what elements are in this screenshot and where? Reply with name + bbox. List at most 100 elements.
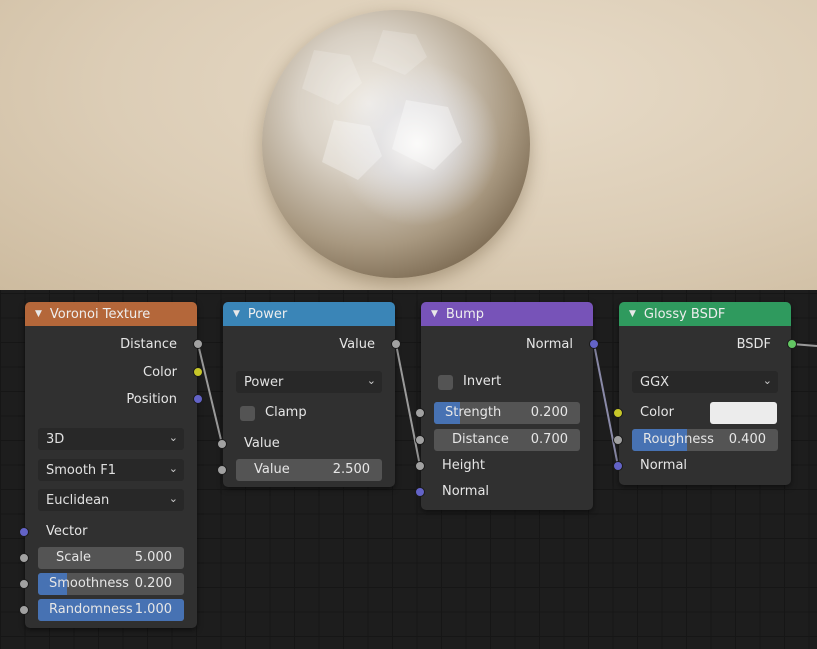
field-value: 5.000 <box>134 550 172 565</box>
output-bsdf: BSDF <box>619 332 797 356</box>
smoothness-field[interactable]: Smoothness 0.200 <box>38 573 184 595</box>
clamp-label: Clamp <box>265 405 307 420</box>
field-label: Strength <box>445 405 502 420</box>
chevron-down-icon: ⌄ <box>762 374 772 387</box>
value-input-label: Value <box>244 436 280 451</box>
render-preview <box>0 0 817 290</box>
output-color: Color <box>25 360 203 384</box>
field-value: 0.700 <box>530 432 568 447</box>
strength-field[interactable]: Strength 0.200 <box>434 402 580 424</box>
chevron-down-icon: ⌄ <box>168 492 178 505</box>
feature-dropdown[interactable]: Smooth F1 ⌄ <box>38 459 184 481</box>
dropdown-value: Smooth F1 <box>46 462 117 478</box>
chevron-down-icon: ⌄ <box>168 462 178 475</box>
socket-output-position[interactable] <box>193 394 203 404</box>
socket-input-distance[interactable] <box>415 435 425 445</box>
node-header[interactable]: ▼ Power <box>223 302 395 326</box>
material-preview-sphere <box>262 10 530 278</box>
socket-input-strength[interactable] <box>415 408 425 418</box>
field-label: Distance <box>452 432 509 447</box>
node-header[interactable]: ▼ Glossy BSDF <box>619 302 791 326</box>
collapse-icon[interactable]: ▼ <box>629 309 636 319</box>
height-label: Height <box>442 458 485 473</box>
socket-output-distance[interactable] <box>193 339 203 349</box>
output-value: Value <box>223 332 401 356</box>
link-value-to-height <box>395 343 421 467</box>
sphere-facet <box>302 50 362 105</box>
sphere-facet <box>392 100 462 170</box>
socket-input-value-1[interactable] <box>217 439 227 449</box>
socket-output-color[interactable] <box>193 367 203 377</box>
voronoi-texture-node[interactable]: ▼ Voronoi Texture Distance Color Positio… <box>19 302 203 628</box>
node-title: Glossy BSDF <box>643 306 726 322</box>
randomness-field[interactable]: Randomness 1.000 <box>38 599 184 621</box>
node-header[interactable]: ▼ Voronoi Texture <box>25 302 197 326</box>
glossy-bsdf-node[interactable]: ▼ Glossy BSDF BSDF GGX ⌄ Color Roughness… <box>613 302 797 485</box>
field-label: Value <box>254 462 290 477</box>
socket-input-normal[interactable] <box>613 461 623 471</box>
color-swatch[interactable] <box>710 402 777 424</box>
sphere-facet <box>322 120 382 180</box>
socket-input-height[interactable] <box>415 461 425 471</box>
node-title: Voronoi Texture <box>49 306 151 322</box>
socket-label: Color <box>143 364 177 380</box>
node-title: Bump <box>445 306 484 322</box>
socket-output-value[interactable] <box>391 339 401 349</box>
socket-input-scale[interactable] <box>19 553 29 563</box>
distribution-dropdown[interactable]: GGX ⌄ <box>632 371 778 393</box>
socket-label: Normal <box>525 336 573 352</box>
field-label: Scale <box>56 550 91 565</box>
distance-field[interactable]: Distance 0.700 <box>434 429 580 451</box>
field-value: 2.500 <box>332 462 370 477</box>
roughness-field[interactable]: Roughness 0.400 <box>632 429 778 451</box>
scale-field[interactable]: Scale 5.000 <box>38 547 184 569</box>
chevron-down-icon: ⌄ <box>168 431 178 444</box>
normal-label: Normal <box>442 484 490 499</box>
vector-label: Vector <box>46 524 88 539</box>
bump-node[interactable]: ▼ Bump Normal Invert Strength 0.200 Dist… <box>415 302 599 510</box>
sphere-facet <box>372 30 427 75</box>
field-label: Smoothness <box>49 576 129 591</box>
field-value: 0.400 <box>728 432 766 447</box>
output-position: Position <box>25 387 203 411</box>
link-distance-to-value <box>197 343 223 445</box>
power-math-node[interactable]: ▼ Power Value Power ⌄ Clamp Value Value … <box>217 302 401 487</box>
dimensions-dropdown[interactable]: 3D ⌄ <box>38 428 184 450</box>
socket-input-normal[interactable] <box>415 487 425 497</box>
normal-label: Normal <box>640 458 688 473</box>
chevron-down-icon: ⌄ <box>366 374 376 387</box>
output-distance: Distance <box>25 332 203 356</box>
socket-input-randomness[interactable] <box>19 605 29 615</box>
output-normal: Normal <box>421 332 599 356</box>
value-field[interactable]: Value 2.500 <box>236 459 382 481</box>
invert-checkbox[interactable] <box>438 375 453 390</box>
collapse-icon[interactable]: ▼ <box>35 309 42 319</box>
field-label: Roughness <box>643 432 714 447</box>
dropdown-value: Power <box>244 374 284 390</box>
collapse-icon[interactable]: ▼ <box>431 309 438 319</box>
socket-label: Distance <box>120 336 177 352</box>
color-label: Color <box>640 405 674 420</box>
socket-input-color[interactable] <box>613 408 623 418</box>
collapse-icon[interactable]: ▼ <box>233 309 240 319</box>
operation-dropdown[interactable]: Power ⌄ <box>236 371 382 393</box>
field-value: 1.000 <box>134 602 172 617</box>
socket-label: BSDF <box>736 336 771 352</box>
node-title: Power <box>247 306 288 322</box>
field-value: 0.200 <box>530 405 568 420</box>
node-header[interactable]: ▼ Bump <box>421 302 593 326</box>
invert-label: Invert <box>463 374 502 389</box>
socket-label: Value <box>339 336 375 352</box>
dropdown-value: 3D <box>46 431 65 447</box>
socket-output-normal[interactable] <box>589 339 599 349</box>
socket-input-roughness[interactable] <box>613 435 623 445</box>
clamp-checkbox[interactable] <box>240 406 255 421</box>
node-editor-canvas[interactable]: ▼ Voronoi Texture Distance Color Positio… <box>0 290 817 649</box>
field-label: Randomness <box>49 602 133 617</box>
socket-output-bsdf[interactable] <box>787 339 797 349</box>
socket-input-vector[interactable] <box>19 527 29 537</box>
socket-label: Position <box>126 391 177 407</box>
metric-dropdown[interactable]: Euclidean ⌄ <box>38 489 184 511</box>
socket-input-smoothness[interactable] <box>19 579 29 589</box>
socket-input-value-2[interactable] <box>217 465 227 475</box>
